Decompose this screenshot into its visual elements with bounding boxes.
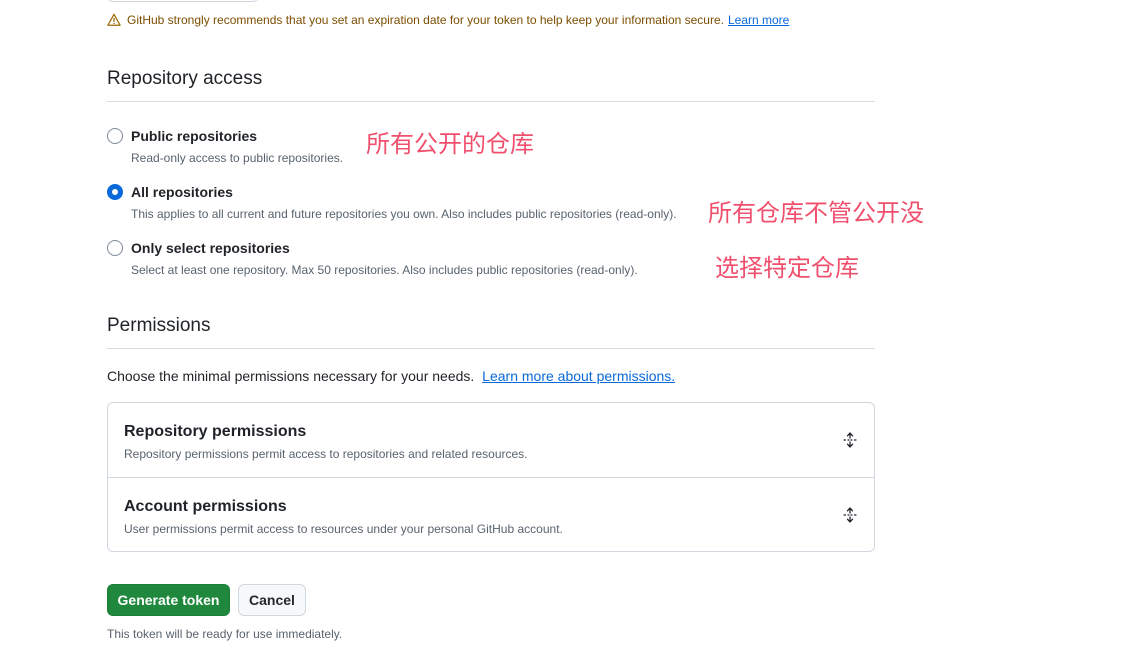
- radio-button-checked[interactable]: [107, 184, 123, 200]
- radio-button[interactable]: [107, 240, 123, 256]
- token-ready-note: This token will be ready for use immedia…: [107, 627, 343, 641]
- annotation-all: 所有仓库不管公开没: [708, 199, 924, 227]
- permissions-box: Repository permissions Repository permis…: [107, 402, 875, 552]
- cancel-button[interactable]: Cancel: [238, 584, 306, 616]
- account-permissions-group[interactable]: Account permissions User permissions per…: [108, 477, 874, 551]
- expiration-select-stub[interactable]: [107, 0, 259, 2]
- group-title: Account permissions: [124, 498, 287, 515]
- permissions-title: Permissions: [107, 315, 211, 336]
- radio-label[interactable]: All repositories: [131, 184, 233, 200]
- unfold-icon[interactable]: [842, 507, 858, 523]
- permissions-intro-text: Choose the minimal permissions necessary…: [107, 368, 475, 384]
- group-description: Repository permissions permit access to …: [124, 447, 528, 461]
- expiration-warning: GitHub strongly recommends that you set …: [107, 13, 789, 27]
- radio-description: Read-only access to public repositories.: [131, 151, 344, 165]
- divider: [107, 348, 875, 349]
- radio-label[interactable]: Only select repositories: [131, 240, 290, 256]
- learn-more-permissions-link[interactable]: Learn more about permissions.: [482, 368, 675, 384]
- warning-text: GitHub strongly recommends that you set …: [127, 13, 724, 27]
- repository-access-title: Repository access: [107, 68, 263, 89]
- repository-permissions-group[interactable]: Repository permissions Repository permis…: [108, 403, 874, 477]
- unfold-icon[interactable]: [842, 432, 858, 448]
- radio-button[interactable]: [107, 128, 123, 144]
- generate-token-button[interactable]: Generate token: [107, 584, 230, 616]
- learn-more-link[interactable]: Learn more: [728, 13, 789, 27]
- annotation-select: 选择特定仓库: [715, 254, 859, 282]
- permissions-intro: Choose the minimal permissions necessary…: [107, 368, 675, 384]
- radio-label[interactable]: Public repositories: [131, 128, 257, 144]
- group-description: User permissions permit access to resour…: [124, 522, 563, 536]
- group-title: Repository permissions: [124, 423, 307, 440]
- radio-description: Select at least one repository. Max 50 r…: [131, 263, 638, 277]
- radio-description: This applies to all current and future r…: [131, 207, 677, 221]
- alert-icon: [107, 13, 121, 26]
- annotation-public: 所有公开的仓库: [366, 130, 534, 158]
- divider: [107, 101, 875, 102]
